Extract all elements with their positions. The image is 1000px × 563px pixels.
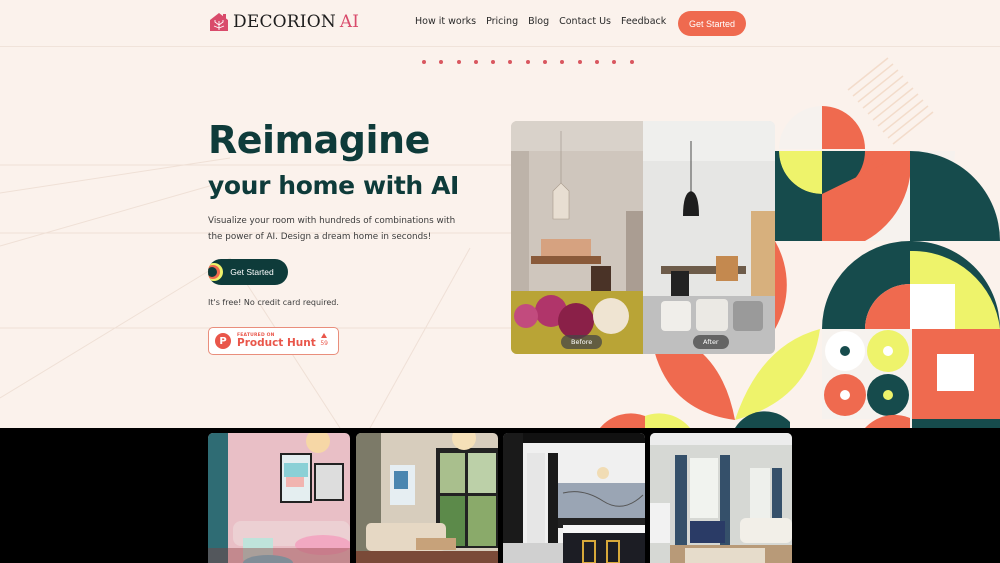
before-after-comparison[interactable]: Before After [511,121,775,354]
gallery-item-navy-living-room[interactable] [650,433,792,563]
carousel-dot[interactable] [577,60,582,64]
ring-icon [208,263,223,281]
nav-feedback[interactable]: Feedback [621,16,666,27]
carousel-dot[interactable] [560,60,565,64]
hero-title: Reimagine [208,118,430,162]
carousel-dot[interactable] [508,60,513,64]
house-logo-icon [210,13,228,31]
gallery-item-marble-kitchen[interactable] [503,433,645,563]
gallery-image [356,433,498,563]
comparison-image [511,121,775,354]
gallery-image [503,433,645,563]
carousel-dot[interactable] [473,60,478,64]
nav-pricing[interactable]: Pricing [486,16,518,27]
gallery-item-pink-living-room[interactable] [208,433,350,563]
carousel-dot[interactable] [525,60,530,64]
gallery-section [0,428,1000,563]
carousel-dot[interactable] [422,60,426,64]
carousel-dot[interactable] [456,60,461,64]
ph-vote-count: 59 [320,340,328,347]
main-nav: How it works Pricing Blog Contact Us Fee… [415,16,666,27]
header-get-started-button[interactable]: Get Started [678,11,746,36]
before-label: Before [561,335,603,349]
product-hunt-icon: P [215,333,231,349]
carousel-dot[interactable] [439,60,444,64]
ph-name: Product Hunt [237,337,316,349]
upvote-icon [321,333,328,338]
product-hunt-badge[interactable]: P FEATURED ON Product Hunt 59 [208,327,339,355]
nav-blog[interactable]: Blog [528,16,549,27]
gallery-image [650,433,792,563]
hero-description: Visualize your room with hundreds of com… [208,216,456,242]
free-note: It's free! No credit card required. [208,298,339,307]
nav-how-it-works[interactable]: How it works [415,16,476,27]
carousel-dot[interactable] [543,60,548,64]
gallery-item-beige-living-room[interactable] [356,433,498,563]
hero-get-started-button[interactable]: Get Started [208,259,288,285]
site-header: DECORION AI How it works Pricing Blog Co… [0,0,1000,47]
logo-accent: AI [339,12,359,32]
logo[interactable]: DECORION AI [209,12,359,32]
carousel-dot[interactable] [491,60,496,64]
hero-cta-label: Get Started [230,267,274,277]
nav-contact-us[interactable]: Contact Us [559,16,611,27]
after-label: After [693,335,729,349]
hero-subtitle: your home with AI [208,171,459,200]
gallery-image [208,433,350,563]
logo-text: DECORION [233,12,336,32]
